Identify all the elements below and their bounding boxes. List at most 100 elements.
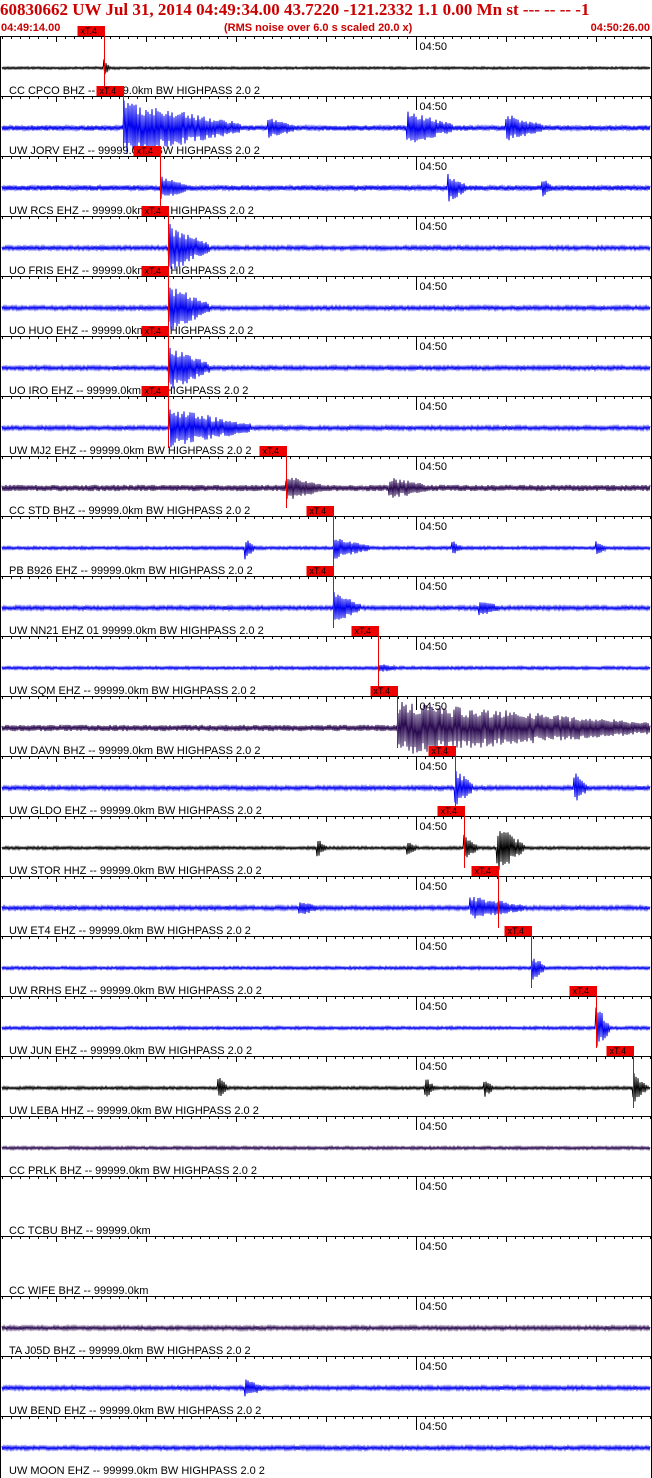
waveform xyxy=(1,173,651,202)
station-label: UW BEND EHZ -- 99999.0km BW HIGHPASS 2.0… xyxy=(9,1405,261,1417)
trace-row: 04:50xT.4UW RCS EHZ -- 99999.0km BW HIGH… xyxy=(0,146,652,217)
station-label: UW MOON EHZ -- 99999.0km BW HIGHPASS 2.0… xyxy=(9,1465,265,1477)
minute-label: 04:50 xyxy=(420,1241,448,1253)
pick-label: xT.4 xyxy=(355,626,372,636)
minute-label: 04:50 xyxy=(420,1001,448,1013)
station-label: UW SQM EHZ -- 99999.0km BW HIGHPASS 2.0 … xyxy=(9,685,256,697)
trace-row: 04:50 xT.4 UW NN21 EHZ 01 99999.0km BW HIG… xyxy=(0,566,652,637)
minute-label: 04:50 xyxy=(420,581,448,593)
trace-row: 04:50 xT.4 UW LEBA HHZ -- 99999.0km BW HIG… xyxy=(0,1046,652,1117)
station-label: UW NN21 EHZ 01 99999.0km BW HIGHPASS 2.0… xyxy=(9,625,264,637)
waveform xyxy=(1,958,651,980)
minute-label: 04:50 xyxy=(420,881,448,893)
waveform xyxy=(1,1073,651,1102)
trace-row: 04:50xT.4UO FRIS EHZ -- 99999.0km BW HIG… xyxy=(0,206,652,277)
station-label: CC PRLK BHZ -- 99999.0km BW HIGHPASS 2.0… xyxy=(9,1165,257,1177)
station-label: UW LEBA HHZ -- 99999.0km BW HIGHPASS 2.0… xyxy=(9,1105,259,1117)
trace-row: 04:50 xT.4 UW ET4 EHZ -- 99999.0km BW HIGH… xyxy=(0,866,652,937)
minute-label: 04:50 xyxy=(420,281,448,293)
trace-row: 04:50 UW BEND EHZ -- 99999.0km BW HIGHPAS… xyxy=(0,1356,652,1417)
minute-label: 04:50 xyxy=(420,1181,448,1193)
waveform xyxy=(1,287,651,331)
pick-label: xT.4 xyxy=(263,446,280,456)
waveform xyxy=(1,1323,651,1333)
waveform xyxy=(1,1379,651,1397)
station-label: CC TCBU BHZ -- 99999.0km xyxy=(9,1225,151,1237)
minute-label: 04:50 xyxy=(420,41,448,53)
waveform xyxy=(1,347,651,389)
pick-label: xT.4 xyxy=(100,86,117,96)
minute-label: 04:50 xyxy=(420,341,448,353)
pick-label: xT.4 xyxy=(310,506,327,516)
waveform xyxy=(1,59,651,75)
minute-label: 04:50 xyxy=(420,941,448,953)
pick-label: xT.4 xyxy=(508,926,525,936)
trace-row: 04:50 xT.4 UW JUN EHZ -- 99999.0km BW HIGH… xyxy=(0,986,652,1057)
trace-row: 04:50 TA J05D BHZ -- 99999.0km BW HIGHPAS… xyxy=(0,1296,652,1357)
minute-label: 04:50 xyxy=(420,1121,448,1133)
pick-label: xT.4 xyxy=(145,206,162,216)
trace-row: 04:50xT.4UW DAVN BHZ -- 99999.0km BW HIG… xyxy=(0,686,652,757)
station-label: UW STOR HHZ -- 99999.0km BW HIGHPASS 2.0… xyxy=(9,865,262,877)
pick-label: xT.4 xyxy=(475,866,492,876)
station-label: CC CPCO BHZ -- 99999.0km BW HIGHPASS 2.0… xyxy=(9,85,260,97)
minute-label: 04:50 xyxy=(420,1421,448,1433)
trace-row: 04:50 xT.4UO HUO EHZ -- 99999.0km BW HIGH… xyxy=(0,266,652,337)
pick-label: xT.4 xyxy=(374,686,391,696)
minute-label: 04:50 xyxy=(420,401,448,413)
pick-label: xT.4 xyxy=(610,1046,627,1056)
station-label: UW DAVN BHZ -- 99999.0km BW HIGHPASS 2.0… xyxy=(9,745,260,757)
minute-label: 04:50 xyxy=(420,761,448,773)
trace-row: 04:50 UW MOON EHZ -- 99999.0km BW HIGHPAS… xyxy=(0,1416,652,1477)
station-label: UO FRIS EHZ -- 99999.0km BW HIGHPASS 2.0… xyxy=(9,265,254,277)
station-label: UW RRHS EHZ -- 99999.0km BW HIGHPASS 2.0… xyxy=(9,985,262,997)
station-label: UW MJ2 EHZ -- 99999.0km BW HIGHPASS 2.0 … xyxy=(9,445,251,457)
pick-label: xT.4 xyxy=(573,986,590,996)
pick-label: xT.4 xyxy=(145,326,162,336)
pick-label: xT.4 xyxy=(145,386,162,396)
minute-label: 04:50 xyxy=(420,101,448,113)
minute-label: 04:50 xyxy=(420,641,448,653)
trace-row: 04:50 CC TCBU BHZ -- 99999.0km xyxy=(0,1176,652,1237)
waveform xyxy=(1,477,651,499)
trace-row: 04:50 CC PRLK BHZ -- 99999.0km BW HIGHPAS… xyxy=(0,1116,652,1177)
waveform xyxy=(1,1007,651,1047)
trace-row: 04:50 xT.4 UW MJ2 EHZ -- 99999.0km BW HIGH… xyxy=(0,386,652,457)
trace-row: 04:50 xT.4 UW RRHS EHZ -- 99999.0km BW HIG… xyxy=(0,926,652,997)
waveform xyxy=(1,664,651,672)
station-label: UO IRO EHZ -- 99999.0km BW HIGHPASS 2.0 … xyxy=(9,385,248,397)
station-label: UW GLDO EHZ -- 99999.0km BW HIGHPASS 2.0… xyxy=(9,805,262,817)
station-label: UW ET4 EHZ -- 99999.0km BW HIGHPASS 2.0 … xyxy=(9,925,251,937)
pick-label: xT.4 xyxy=(81,26,98,36)
station-label: UO HUO EHZ -- 99999.0km BW HIGHPASS 2.0 … xyxy=(9,325,253,337)
trace-row: 04:50xT.4UO IRO EHZ -- 99999.0km BW HIGH… xyxy=(0,326,652,397)
waveform xyxy=(1,409,651,448)
waveform xyxy=(1,223,651,270)
waveform xyxy=(1,896,651,919)
waveform xyxy=(1,538,651,560)
minute-label: 04:50 xyxy=(420,1301,448,1313)
station-label: CC WIFE BHZ -- 99999.0km xyxy=(9,1285,148,1297)
trace-row: 04:50 xT.4 UW GLDO EHZ -- 99999.0km BW HIG… xyxy=(0,746,652,817)
minute-label: 04:50 xyxy=(420,1061,448,1073)
waveform xyxy=(1,771,651,805)
pick-label: xT.4 xyxy=(137,146,154,156)
minute-label: 04:50 xyxy=(420,1361,448,1373)
station-label: UW JUN EHZ -- 99999.0km BW HIGHPASS 2.0 … xyxy=(9,1045,252,1057)
waveform xyxy=(1,1443,651,1453)
seismogram-plot: 04:50xT.4CC CPCO BHZ -- 99999.0km BW HIG… xyxy=(0,26,652,1478)
minute-label: 04:50 xyxy=(420,161,448,173)
pick-label: xT.4 xyxy=(432,746,449,756)
trace-row: 04:50 xT.4 UW SQM EHZ -- 99999.0km BW HIGH… xyxy=(0,626,652,697)
waveform xyxy=(1,831,651,870)
minute-label: 04:50 xyxy=(420,521,448,533)
waveform xyxy=(1,1144,651,1152)
station-label: CC STD BHZ -- 99999.0km BW HIGHPASS 2.0 … xyxy=(9,505,250,517)
station-label: PB B926 EHZ -- 99999.0km BW HIGHPASS 2.0… xyxy=(9,565,253,577)
pick-label: xT.4 xyxy=(310,566,327,576)
station-label: UW RCS EHZ -- 99999.0km BW HIGHPASS 2.0 … xyxy=(9,205,254,217)
minute-label: 04:50 xyxy=(420,821,448,833)
trace-row: 04:50 CC WIFE BHZ -- 99999.0km xyxy=(0,1236,652,1297)
minute-label: 04:50 xyxy=(420,461,448,473)
trace-row: 04:50 xT.4 UW STOR HHZ -- 99999.0km BW HIG… xyxy=(0,806,652,877)
